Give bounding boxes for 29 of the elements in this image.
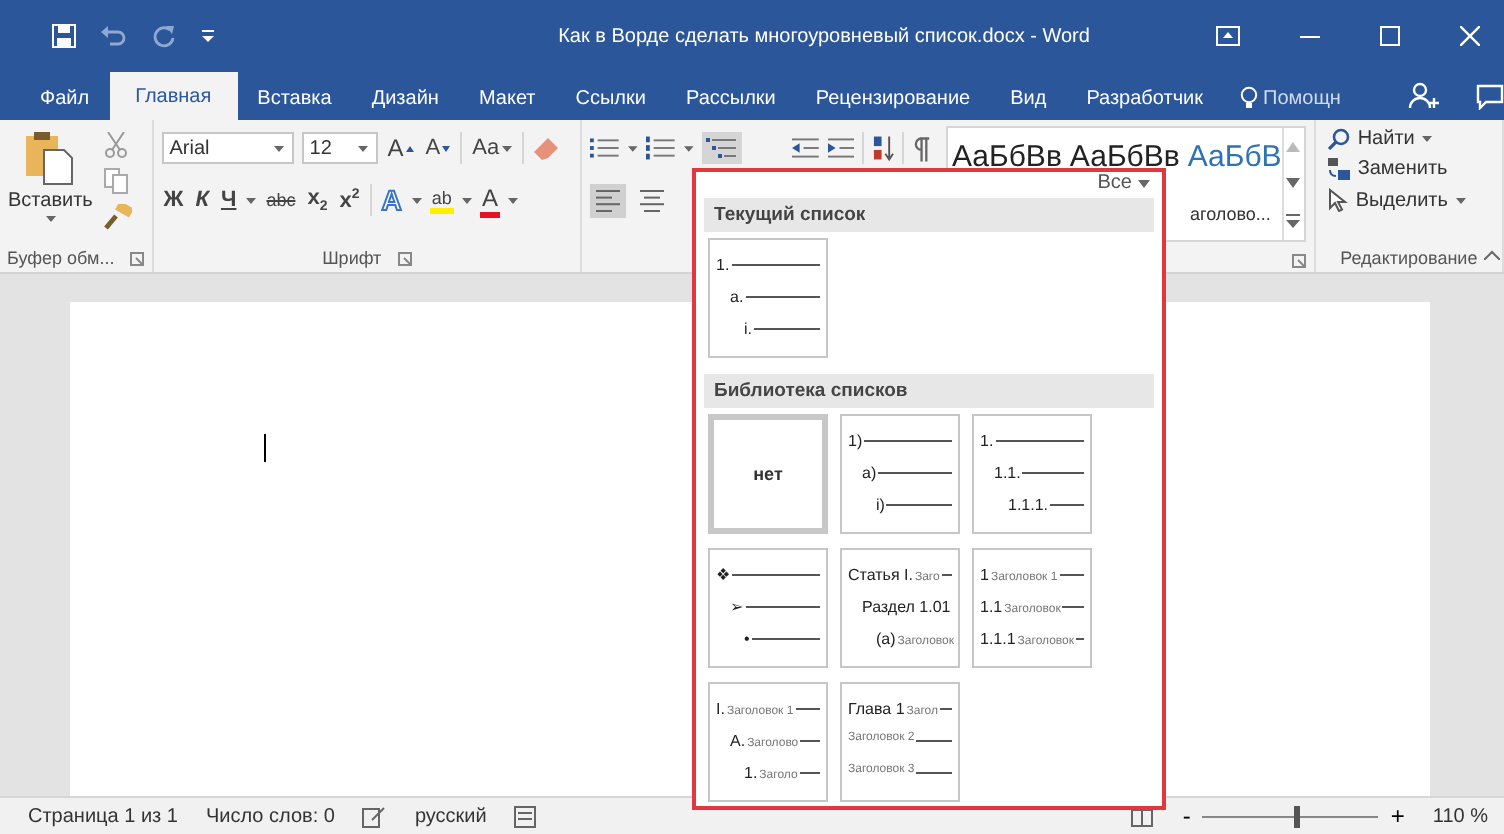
- list-marker: ❖: [716, 566, 730, 584]
- list-marker: A.: [730, 732, 746, 750]
- list-marker: 1.1: [980, 598, 1003, 616]
- list-marker: 1.: [980, 432, 994, 450]
- list-marker: 1: [980, 566, 989, 584]
- list-marker: a.: [730, 288, 744, 306]
- list-marker: a): [862, 464, 877, 482]
- group-label: Шрифт: [322, 248, 382, 268]
- list-marker: i.: [744, 320, 752, 338]
- group-label: Редактирование: [1340, 248, 1478, 268]
- list-marker: Глава 1: [848, 700, 905, 718]
- list-marker: i): [876, 496, 885, 514]
- list-marker: Раздел 1.01: [862, 598, 951, 616]
- list-marker: •: [744, 630, 750, 648]
- list-marker: Статья I.: [848, 566, 913, 584]
- list-marker: I.: [716, 700, 725, 718]
- list-marker: 1.1.1: [980, 630, 1016, 648]
- style-name: аголово...: [1189, 204, 1271, 224]
- list-marker: 1): [848, 432, 863, 450]
- list-marker: ➢: [730, 598, 744, 616]
- list-marker: (a): [876, 630, 896, 648]
- list-marker: 1.1.: [994, 464, 1021, 482]
- group-label: Буфер обм...: [7, 248, 115, 268]
- list-marker: 1.: [716, 256, 730, 274]
- section-heading: Текущий список: [704, 198, 1154, 232]
- section-heading: Библиотека списков: [704, 374, 1154, 408]
- window-title: Как в Ворде сделать многоуровневый список.docx - Word: [556, 25, 1092, 47]
- list-marker: 1.: [744, 764, 758, 782]
- list-marker: 1.1.1.: [1008, 496, 1049, 514]
